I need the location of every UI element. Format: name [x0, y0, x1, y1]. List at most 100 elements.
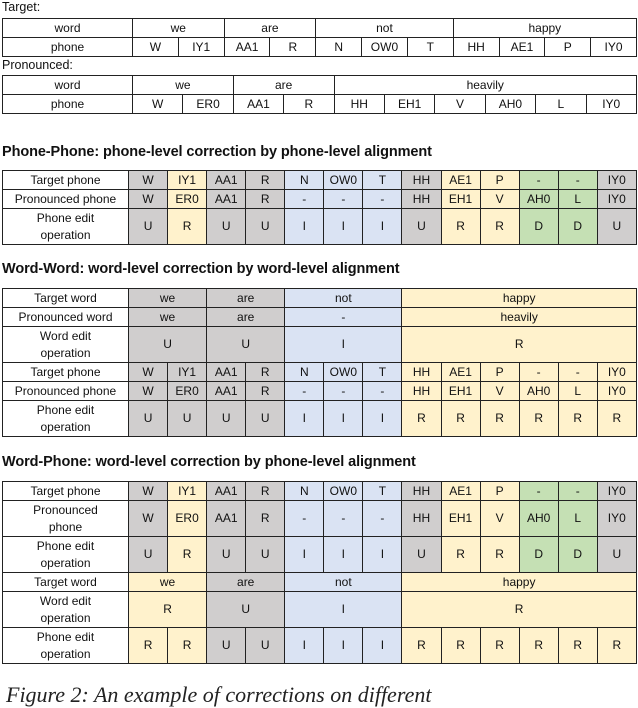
phone-cell-r: R: [557, 400, 598, 437]
phone-cell-i: OW0: [323, 481, 364, 501]
table-row: word we are not happy: [2, 18, 637, 38]
phone-cell-u: U: [127, 208, 169, 245]
word-cell-r: R: [127, 591, 208, 628]
phone-cell-r: R: [440, 536, 481, 573]
phone-cell-u: U: [167, 400, 208, 437]
phone-cell-i: I: [284, 400, 325, 437]
phone-cell: N: [315, 37, 363, 57]
phone-cell: AE1: [498, 37, 546, 57]
row-header: Target phone: [2, 170, 129, 190]
phone-cell-r: R: [479, 536, 520, 573]
phone-cell-r: EH1: [440, 381, 481, 401]
row-header: Word edit operation: [2, 591, 129, 628]
phone-cell-d: AH0: [518, 189, 559, 209]
row-header: Pronounced word: [2, 307, 129, 327]
phone-cell-u: AA1: [206, 381, 247, 401]
word-cell-u: U: [127, 326, 208, 363]
word-cell-i: -: [284, 307, 403, 327]
row-header: Pronounced phone: [2, 381, 129, 401]
row-header: Phone edit operation: [2, 627, 129, 664]
phone-cell-i: I: [284, 208, 325, 245]
phone-cell-u: IY1: [167, 362, 208, 382]
phone-cell-r: R: [479, 400, 520, 437]
phone-cell-i: -: [323, 381, 364, 401]
word-phone-table: Target phone W IY1 AA1 R N OW0 T HH AE1 P - - IY0 Pron…: [2, 481, 637, 664]
word-cell-i: I: [284, 591, 403, 628]
phone-cell: IY1: [177, 37, 225, 57]
phone-cell-i: -: [284, 500, 325, 537]
phone-cell-u: U: [206, 208, 247, 245]
phone-cell-i: N: [284, 170, 325, 190]
phone-cell-r: AE1: [440, 481, 481, 501]
phone-cell-r: R: [596, 627, 637, 664]
phone-cell-i: OW0: [323, 362, 364, 382]
word-cell: are: [232, 75, 335, 95]
phone-cell-u: HH: [401, 500, 442, 537]
phone-cell: W: [131, 94, 184, 114]
row-header: phone: [2, 37, 133, 57]
phone-cell-r: P: [479, 481, 520, 501]
row-header: word: [2, 75, 133, 95]
phone-cell-i: I: [323, 208, 364, 245]
phone-cell-u: IY0: [596, 170, 637, 190]
word-cell-r: we: [127, 572, 208, 592]
phone-cell-u: U: [245, 627, 286, 664]
phone-cell-i: N: [284, 362, 325, 382]
phone-cell-r: -: [518, 362, 559, 382]
phone-cell: HH: [452, 37, 500, 57]
phone-cell-i: I: [284, 536, 325, 573]
phone-cell-u: U: [206, 400, 247, 437]
phone-cell-i: I: [362, 536, 403, 573]
table-row: phone W ER0 AA1 R HH EH1 V AH0 L IY0: [2, 94, 637, 114]
phone-cell-u: AA1: [206, 481, 247, 501]
phone-cell-i: I: [362, 208, 403, 245]
phone-cell-u: AA1: [206, 170, 247, 190]
phone-cell-i: T: [362, 362, 403, 382]
table-row: Pronounced phone W ER0 AA1 R - - - HH EH1 V AH0 L IY0: [2, 189, 637, 209]
phone-cell-i: -: [362, 500, 403, 537]
phone-cell-u: R: [245, 189, 286, 209]
target-label: Target:: [2, 0, 41, 14]
phone-cell-r: R: [440, 400, 481, 437]
phone-cell-d: D: [518, 208, 559, 245]
phone-cell-u: IY0: [596, 189, 637, 209]
phone-cell-d: D: [557, 208, 598, 245]
phone-cell-i: I: [323, 400, 364, 437]
phone-cell-r: R: [167, 627, 208, 664]
phone-cell-r: AH0: [518, 381, 559, 401]
phone-cell: AA1: [223, 37, 271, 57]
phone-cell-r: -: [557, 362, 598, 382]
word-cell: we: [132, 75, 234, 95]
phone-cell-u: U: [245, 208, 286, 245]
row-header: Pronounced phone: [2, 189, 129, 209]
word-cell-i: I: [284, 326, 403, 363]
phone-cell-u: W: [127, 189, 169, 209]
phone-cell: R: [283, 94, 335, 114]
phone-cell-u: AA1: [206, 362, 247, 382]
phone-cell-u: R: [245, 362, 286, 382]
row-header: Phone edit operation: [2, 536, 129, 573]
word-cell: not: [315, 18, 454, 38]
phone-cell-d: D: [518, 536, 559, 573]
phone-cell-r: ER0: [167, 500, 208, 537]
phone-cell-i: N: [284, 481, 325, 501]
phone-cell: T: [406, 37, 454, 57]
phone-cell: IY0: [590, 37, 637, 57]
row-header: Target phone: [2, 481, 129, 501]
word-cell-i: not: [284, 572, 403, 592]
table-row: Phone edit operation R R U U I I I R R R R R R: [2, 627, 637, 664]
phone-cell-r: IY1: [167, 170, 208, 190]
figure-caption: Figure 2: An example of corrections on d…: [6, 682, 432, 707]
phone-cell: W: [132, 37, 179, 57]
phone-cell-i: I: [323, 536, 364, 573]
phone-cell-r: V: [479, 500, 520, 537]
table-row: Target phone W IY1 AA1 R N OW0 T HH AE1 P - - IY0: [2, 170, 637, 190]
row-header: word: [2, 18, 133, 38]
row-header: Word edit operation: [2, 326, 129, 363]
table-row: Target phone W IY1 AA1 R N OW0 T HH AE1 P - - IY0: [2, 481, 637, 501]
table-row: Target word we are not happy: [2, 572, 637, 592]
phone-cell-r: AE1: [440, 362, 481, 382]
phone-cell-u: W: [127, 481, 169, 501]
phone-cell-r: V: [479, 189, 520, 209]
phone-cell: AH0: [484, 94, 537, 114]
